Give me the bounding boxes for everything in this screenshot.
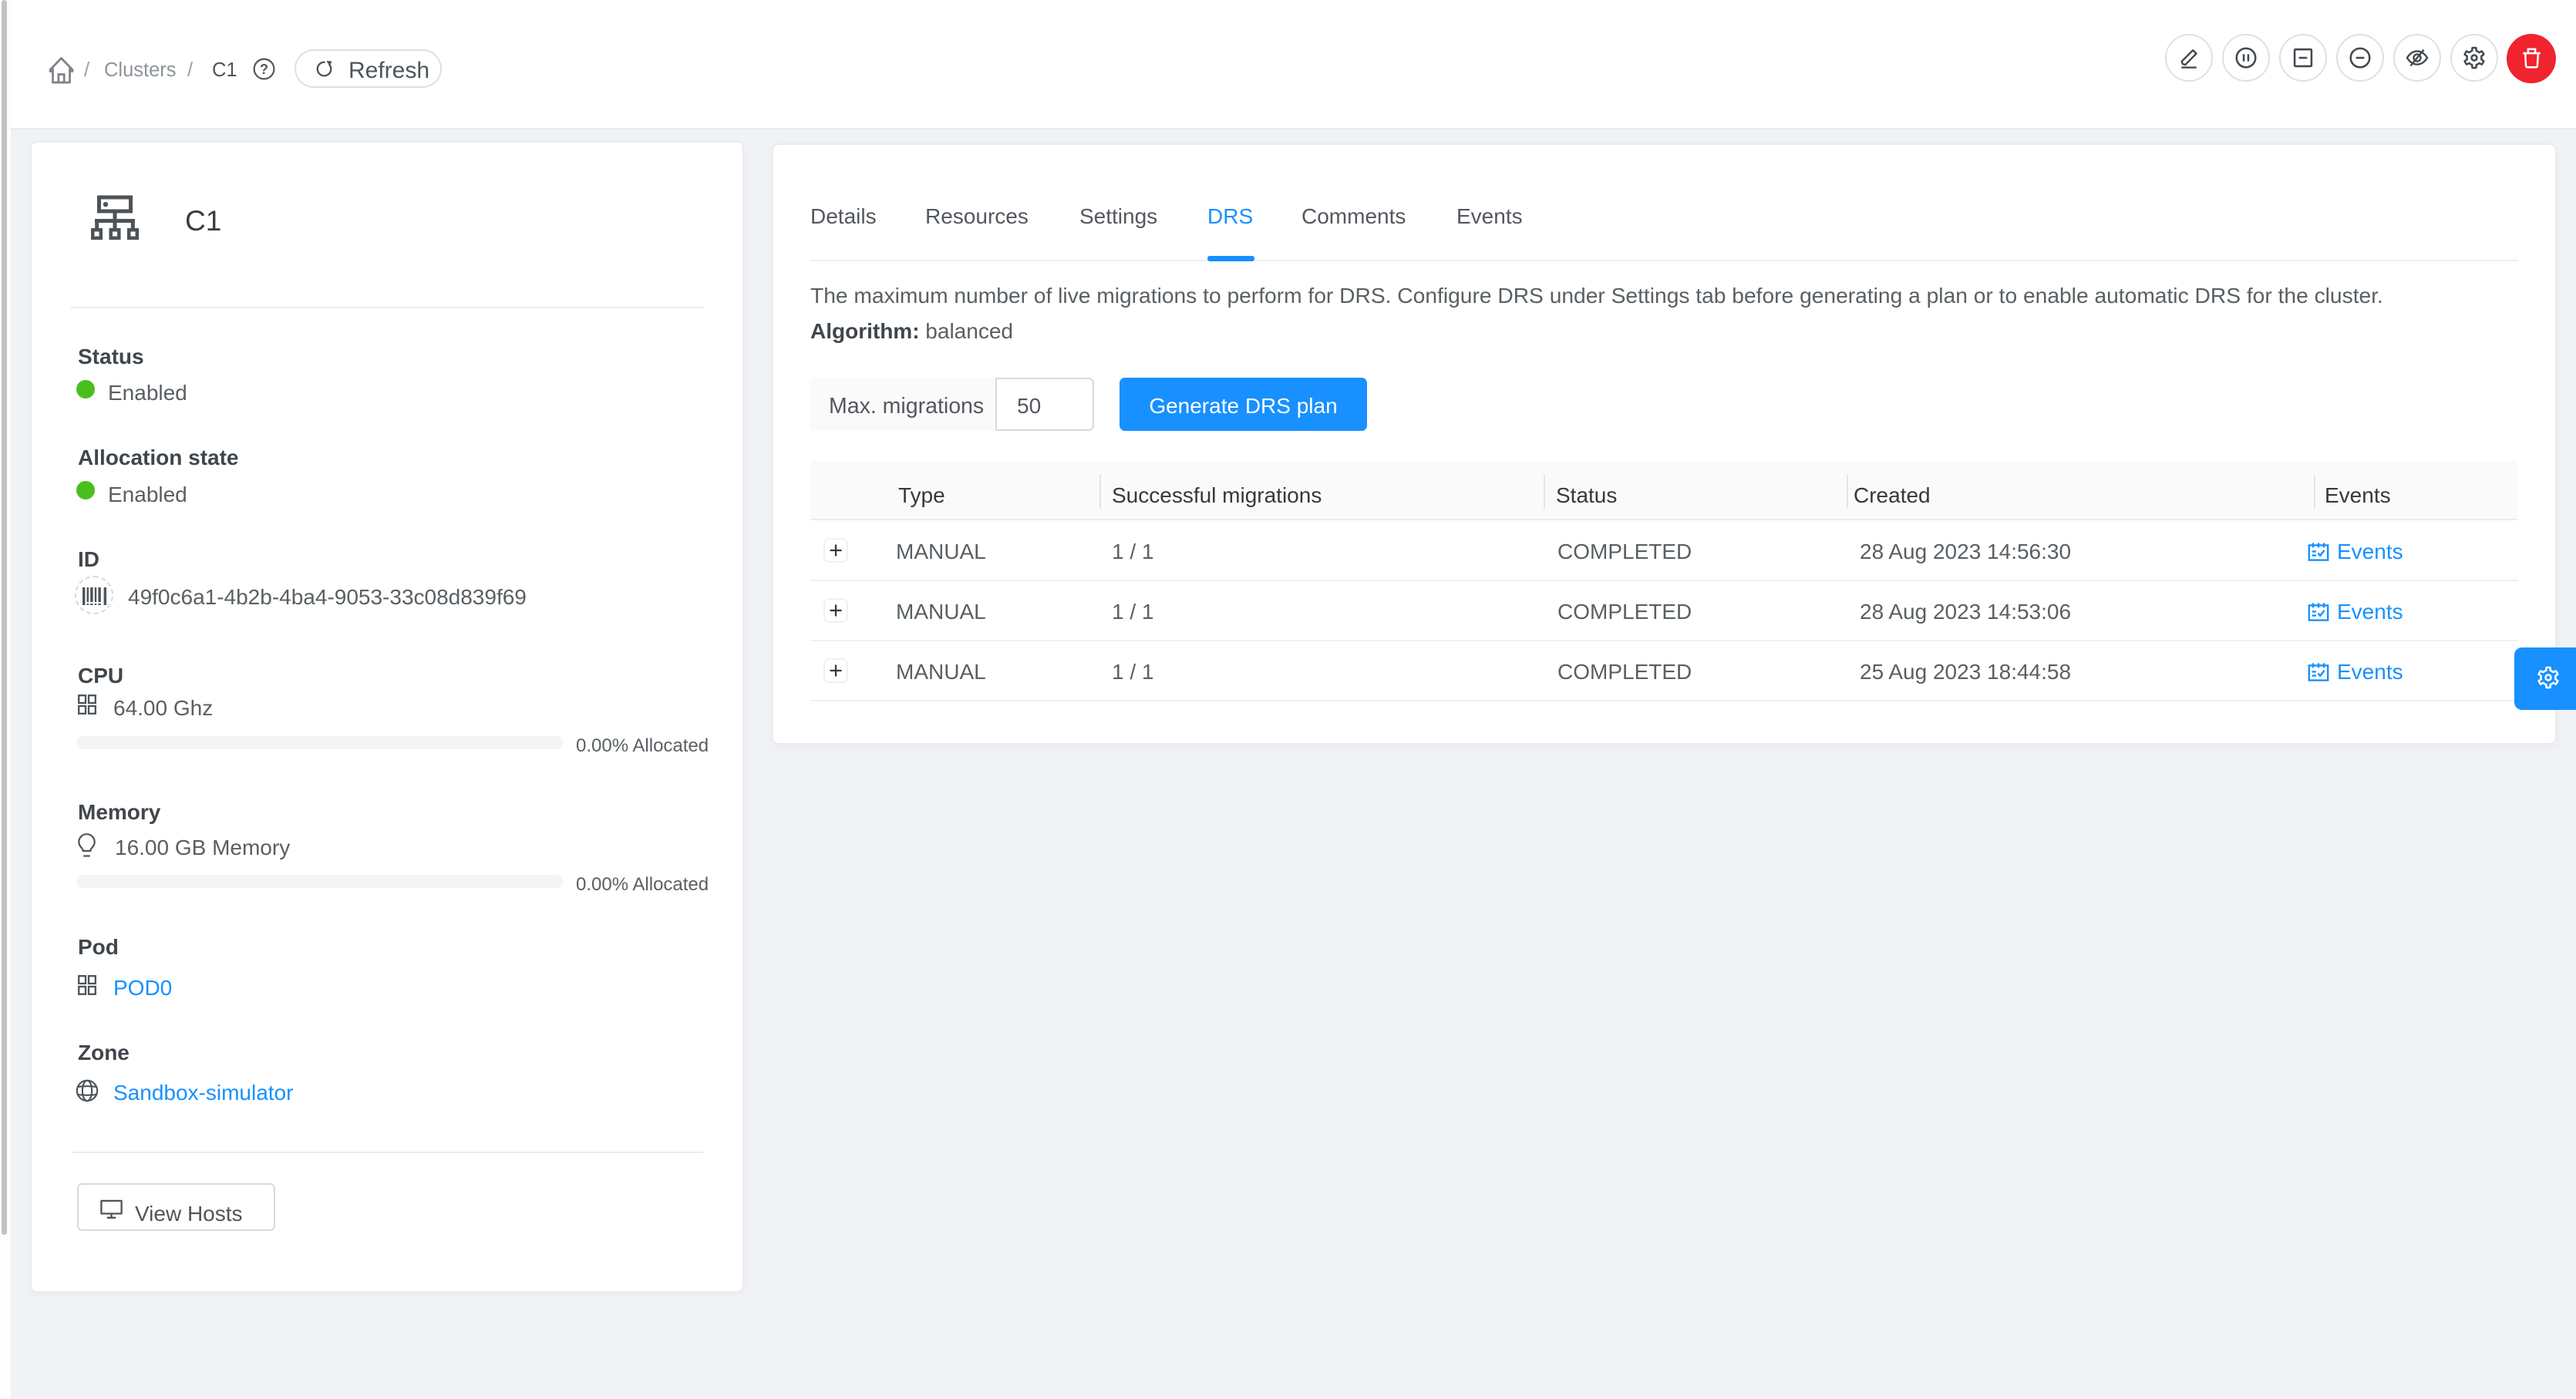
svg-text:?: ?: [260, 62, 268, 77]
